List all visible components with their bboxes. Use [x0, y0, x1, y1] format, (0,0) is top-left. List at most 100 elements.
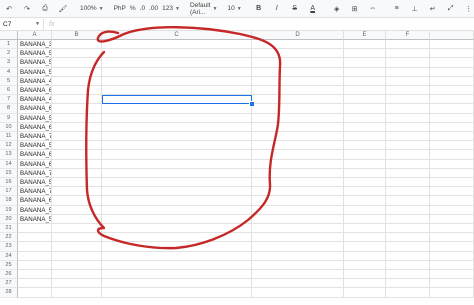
grid-cell[interactable] — [102, 251, 252, 261]
grid-cell[interactable] — [52, 233, 102, 243]
grid-cell[interactable] — [386, 251, 430, 261]
row-header[interactable]: 4 — [0, 67, 18, 77]
grid-cell[interactable] — [430, 288, 474, 298]
grid-cell[interactable] — [344, 242, 386, 252]
grid-cell[interactable] — [344, 49, 386, 59]
grid-cell[interactable] — [52, 95, 102, 105]
row-header[interactable]: 25 — [0, 260, 18, 270]
text-rotate-icon[interactable]: ⤢ — [443, 2, 459, 16]
grid-cell[interactable] — [386, 76, 430, 86]
row-header[interactable]: 13 — [0, 150, 18, 160]
grid-cell[interactable] — [430, 178, 474, 188]
grid-cell[interactable] — [52, 214, 102, 224]
row-header[interactable]: 21 — [0, 224, 18, 234]
grid-cell[interactable] — [102, 187, 252, 197]
grid-cell[interactable] — [386, 242, 430, 252]
grid-cell[interactable] — [386, 187, 430, 197]
grid-cell[interactable] — [252, 168, 344, 178]
grid-cell[interactable] — [344, 187, 386, 197]
grid-cell[interactable] — [102, 224, 252, 234]
grid-cell[interactable] — [102, 58, 252, 68]
row-header[interactable]: 5 — [0, 76, 18, 86]
grid-cell[interactable] — [102, 242, 252, 252]
grid-cell[interactable] — [344, 233, 386, 243]
font-size-select[interactable]: 10 ▼ — [226, 5, 244, 12]
grid-cell[interactable] — [386, 205, 430, 215]
grid-cell[interactable] — [102, 86, 252, 96]
grid-cell[interactable] — [430, 270, 474, 280]
grid-cell[interactable] — [344, 58, 386, 68]
grid-cell[interactable] — [102, 104, 252, 114]
grid-cell[interactable] — [252, 288, 344, 298]
grid-cell[interactable] — [252, 58, 344, 68]
grid-cell[interactable] — [52, 279, 102, 289]
grid-cell[interactable] — [386, 67, 430, 77]
grid-cell[interactable] — [252, 260, 344, 270]
grid-cell[interactable] — [430, 122, 474, 132]
row-header[interactable]: 24 — [0, 251, 18, 261]
grid-cell[interactable] — [344, 132, 386, 142]
row-header[interactable]: 22 — [0, 233, 18, 243]
grid-cell[interactable] — [102, 132, 252, 142]
grid-cell[interactable] — [102, 214, 252, 224]
grid-cell[interactable] — [52, 40, 102, 50]
grid-cell[interactable] — [102, 76, 252, 86]
row-header[interactable]: 2 — [0, 49, 18, 59]
grid-cell[interactable] — [386, 122, 430, 132]
grid-cell[interactable] — [430, 49, 474, 59]
grid-cell[interactable] — [386, 58, 430, 68]
grid-cell[interactable] — [18, 224, 52, 234]
grid-cell[interactable] — [52, 205, 102, 215]
grid-cell[interactable] — [18, 270, 52, 280]
grid-cell[interactable] — [18, 288, 52, 298]
grid-cell[interactable] — [430, 58, 474, 68]
grid-cell[interactable] — [52, 104, 102, 114]
grid-cell[interactable] — [344, 288, 386, 298]
column-header-a[interactable]: A — [18, 31, 52, 40]
grid-cell[interactable]: BANANA_64564 — [18, 150, 52, 160]
grid-cell[interactable] — [430, 214, 474, 224]
grid-cell[interactable]: BANANA_35426 — [18, 40, 52, 50]
grid-cell[interactable] — [430, 76, 474, 86]
grid-cell[interactable] — [52, 150, 102, 160]
merge-cells-icon[interactable]: ⇔ — [365, 2, 381, 16]
grid-cell[interactable] — [102, 113, 252, 123]
row-header[interactable]: 11 — [0, 132, 18, 142]
grid-cell[interactable] — [430, 40, 474, 50]
grid-cell[interactable] — [430, 104, 474, 114]
grid-cell[interactable] — [102, 260, 252, 270]
grid-cell[interactable] — [252, 49, 344, 59]
grid-cell[interactable] — [102, 205, 252, 215]
grid-cell[interactable]: BANANA_68568 — [18, 159, 52, 169]
grid-cell[interactable] — [344, 122, 386, 132]
grid-cell[interactable] — [52, 187, 102, 197]
grid-cell[interactable] — [102, 159, 252, 169]
grid-cell[interactable] — [102, 150, 252, 160]
grid-cell[interactable] — [52, 260, 102, 270]
grid-cell[interactable] — [102, 178, 252, 188]
grid-cell[interactable] — [430, 187, 474, 197]
text-color-button[interactable]: A — [305, 2, 321, 16]
grid-cell[interactable] — [252, 279, 344, 289]
grid-cell[interactable] — [430, 113, 474, 123]
grid-cell[interactable] — [386, 95, 430, 105]
column-header-b[interactable]: B — [52, 31, 102, 40]
grid-cell[interactable] — [102, 196, 252, 206]
row-header[interactable]: 28 — [0, 288, 18, 298]
grid-cell[interactable] — [430, 260, 474, 270]
grid-cell[interactable] — [102, 288, 252, 298]
grid-cell[interactable]: BANANA_774547 — [18, 187, 52, 197]
currency-button[interactable]: PhP — [112, 5, 128, 12]
row-header[interactable]: 15 — [0, 168, 18, 178]
zoom-select[interactable]: 100% ▼ — [78, 5, 106, 12]
grid-cell[interactable] — [52, 159, 102, 169]
formula-input[interactable] — [59, 19, 474, 29]
grid-cell[interactable]: BANANA_674677 — [18, 196, 52, 206]
selected-cell-outline[interactable] — [102, 95, 252, 105]
grid-cell[interactable] — [386, 288, 430, 298]
grid-cell[interactable] — [252, 214, 344, 224]
grid-cell[interactable] — [344, 251, 386, 261]
grid-cell[interactable] — [344, 95, 386, 105]
grid-cell[interactable] — [386, 150, 430, 160]
grid-cell[interactable]: BANANA_54757 — [18, 178, 52, 188]
